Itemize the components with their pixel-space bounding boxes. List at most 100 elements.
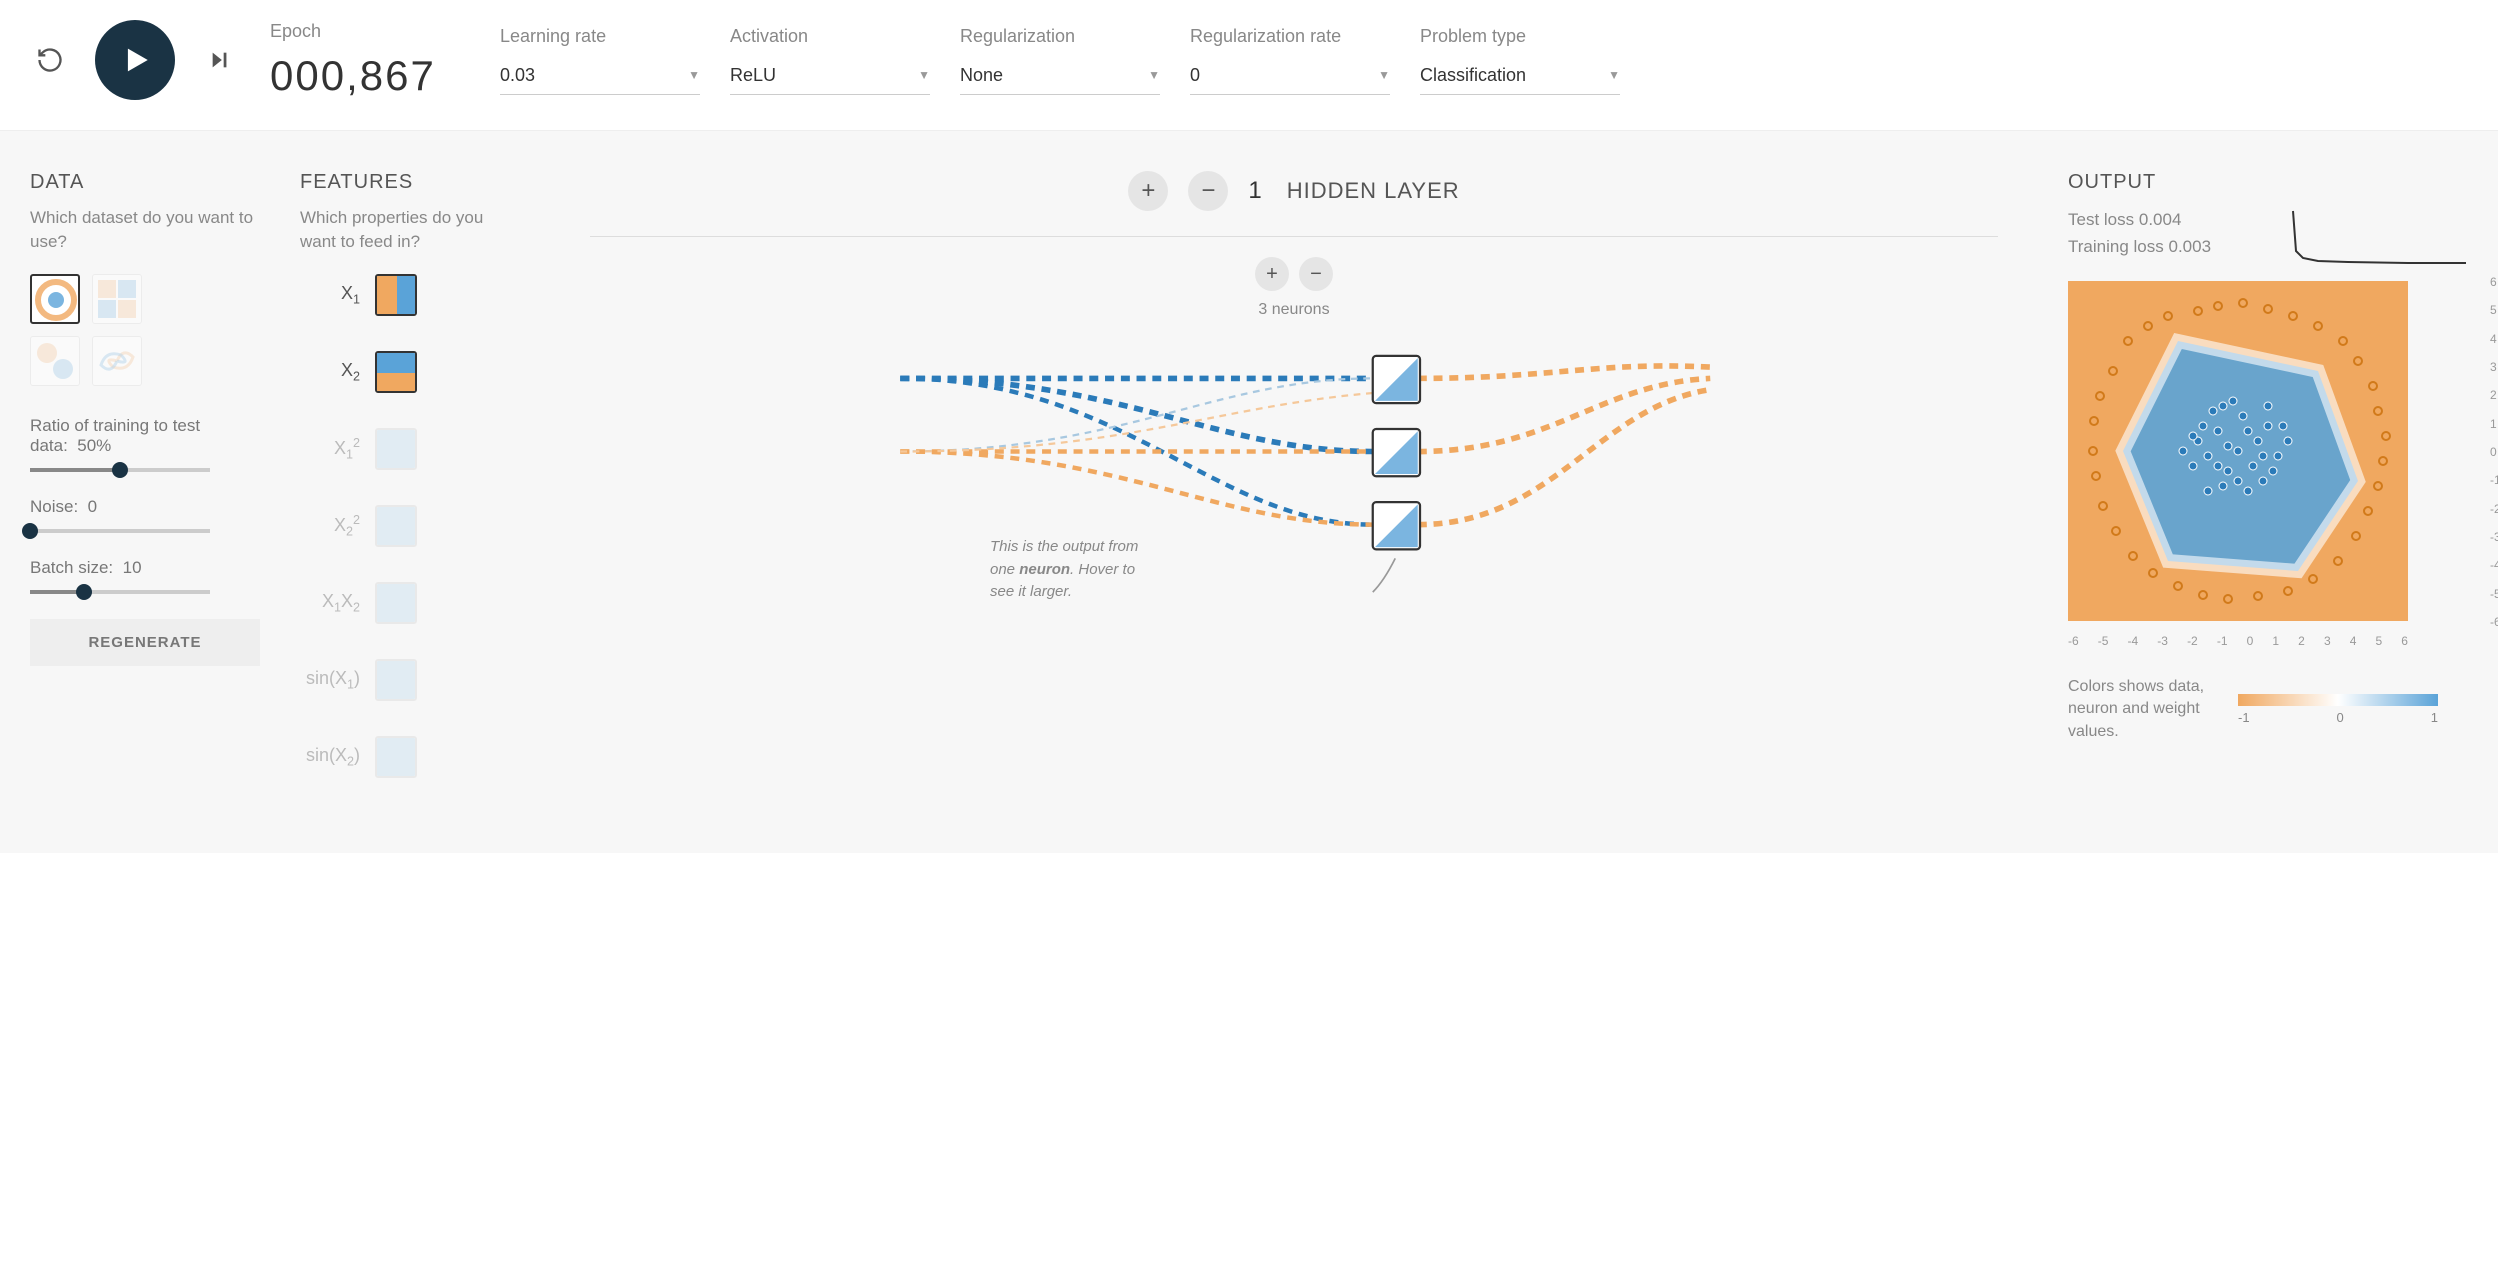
activation-label: Activation [730,26,930,47]
epoch-display: Epoch 000,867 [270,21,470,100]
layer-title: HIDDEN LAYER [1287,178,1460,204]
features-list: X1X2X12X22X1X2sin(X1)sin(X2) [300,274,520,813]
feature-row: X1X2 [300,582,520,624]
regularization-rate-label: Regularization rate [1190,26,1390,47]
learning-rate-param: Learning rate 0.03 ▼ [500,26,700,95]
reset-button[interactable] [30,40,70,80]
dataset-circle[interactable] [30,274,80,324]
feature-thumbnail[interactable] [375,736,417,778]
feature-row: sin(X2) [300,736,520,778]
feature-row: X12 [300,428,520,470]
caret-icon: ▼ [688,68,700,82]
problem-type-label: Problem type [1420,26,1620,47]
data-heading: DATA [30,171,260,194]
caret-icon: ▼ [918,68,930,82]
play-icon [118,43,152,77]
problem-type-select[interactable]: Classification ▼ [1420,57,1620,95]
ratio-slider[interactable] [30,468,210,472]
epoch-label: Epoch [270,21,470,42]
regenerate-button[interactable]: REGENERATE [30,619,260,666]
activation-param: Activation ReLU ▼ [730,26,930,95]
caret-icon: ▼ [1608,68,1620,82]
remove-neuron-button[interactable]: − [1299,257,1333,291]
feature-label: sin(X2) [300,745,360,769]
feature-thumbnail[interactable] [375,505,417,547]
loss-text: Test loss 0.004 Training loss 0.003 [2068,206,2211,260]
regularization-label: Regularization [960,26,1160,47]
loss-chart [2288,206,2468,266]
play-button[interactable] [95,20,175,100]
regularization-rate-select[interactable]: 0 ▼ [1190,57,1390,95]
batch-label: Batch size: 10 [30,558,260,578]
hidden-neuron-3[interactable] [1373,502,1420,549]
neuron-controls: + − [560,257,2028,291]
features-heading: FEATURES [300,171,520,194]
color-legend: Colors shows data, neuron and weight val… [2068,676,2468,743]
batch-slider[interactable] [30,590,210,594]
main-content: DATA Which dataset do you want to use? R… [0,131,2498,853]
learning-rate-select[interactable]: 0.03 ▼ [500,57,700,95]
data-subtext: Which dataset do you want to use? [30,206,260,254]
feature-thumbnail[interactable] [375,659,417,701]
rewind-icon [36,46,64,74]
dataset-gauss[interactable] [30,336,80,386]
loss-row: Test loss 0.004 Training loss 0.003 [2068,206,2468,266]
activation-value: ReLU [730,65,776,86]
feature-label: sin(X1) [300,668,360,692]
feature-label: X1X2 [300,591,360,615]
remove-layer-button[interactable]: − [1188,171,1228,211]
epoch-value: 000,867 [270,52,470,100]
regularization-param: Regularization None ▼ [960,26,1160,95]
regularization-rate-value: 0 [1190,65,1200,86]
hidden-neuron-2[interactable] [1373,429,1420,476]
network-column: + − 1 HIDDEN LAYER + − 3 neurons [560,171,2028,813]
feature-thumbnail[interactable] [375,428,417,470]
noise-slider[interactable] [30,529,210,533]
activation-select[interactable]: ReLU ▼ [730,57,930,95]
output-plot[interactable] [2068,281,2408,621]
add-neuron-button[interactable]: + [1255,257,1289,291]
legend-gradient: -1 0 1 [2238,694,2438,725]
feature-row: X22 [300,505,520,547]
feature-label: X12 [300,436,360,462]
output-heading: OUTPUT [2068,171,2468,194]
feature-thumbnail[interactable] [375,351,417,393]
feature-label: X1 [300,283,360,307]
regularization-select[interactable]: None ▼ [960,57,1160,95]
ratio-label: Ratio of training to test data: 50% [30,416,260,456]
problem-type-param: Problem type Classification ▼ [1420,26,1620,95]
hidden-neuron-1[interactable] [1373,356,1420,403]
data-column: DATA Which dataset do you want to use? R… [30,171,260,813]
features-column: FEATURES Which properties do you want to… [300,171,520,813]
step-button[interactable] [200,40,240,80]
batch-slider-group: Batch size: 10 [30,558,260,594]
layer-count: 1 [1248,177,1261,205]
feature-row: X1 [300,274,520,316]
feature-thumbnail[interactable] [375,582,417,624]
step-forward-icon [209,49,231,71]
features-subtext: Which properties do you want to feed in? [300,206,520,254]
feature-label: X22 [300,513,360,539]
learning-rate-value: 0.03 [500,65,535,86]
caret-icon: ▼ [1148,68,1160,82]
dataset-spiral[interactable] [92,336,142,386]
add-layer-button[interactable]: + [1128,171,1168,211]
playback-controls [30,20,240,100]
dataset-xor[interactable] [92,274,142,324]
regularization-rate-param: Regularization rate 0 ▼ [1190,26,1390,95]
topbar: Epoch 000,867 Learning rate 0.03 ▼ Activ… [0,0,2498,131]
neuron-callout: This is the output from one neuron. Hove… [990,536,1160,604]
problem-type-value: Classification [1420,65,1526,86]
dataset-grid [30,274,260,386]
feature-thumbnail[interactable] [375,274,417,316]
output-plot-wrapper: 6543210-1-2-3-4-5-6 -6-5-4-3-2-10123456 [2068,281,2468,626]
output-column: OUTPUT Test loss 0.004 Training loss 0.0… [2068,171,2468,813]
caret-icon: ▼ [1378,68,1390,82]
layer-header: + − 1 HIDDEN LAYER [560,171,2028,211]
noise-label: Noise: 0 [30,497,260,517]
learning-rate-label: Learning rate [500,26,700,47]
regularization-value: None [960,65,1003,86]
legend-text: Colors shows data, neuron and weight val… [2068,676,2218,743]
neuron-count: 3 neurons [560,301,2028,319]
feature-row: X2 [300,351,520,393]
